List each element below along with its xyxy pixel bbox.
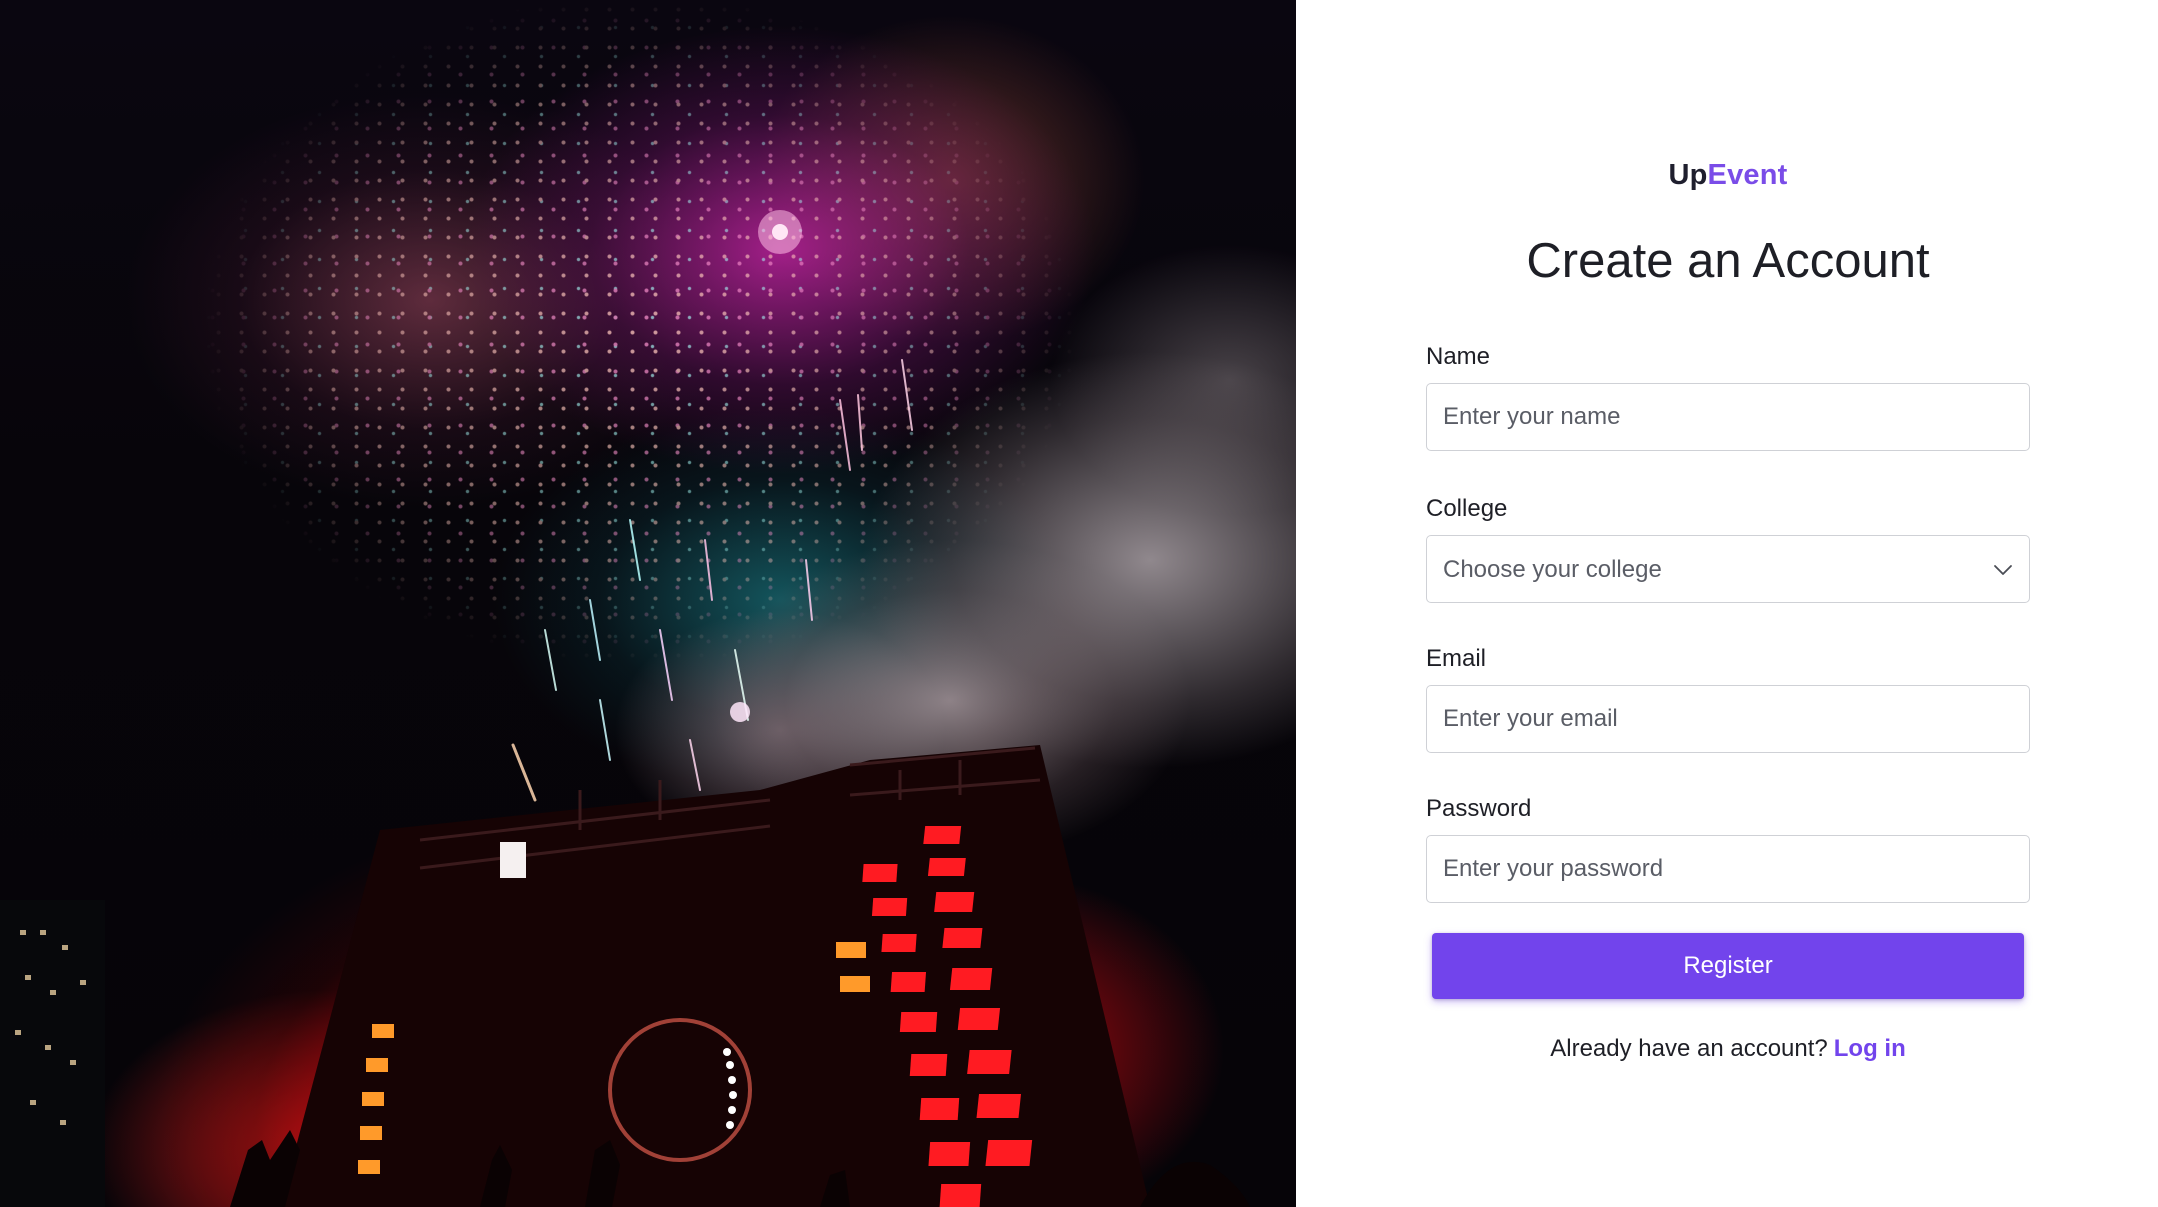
college-label: College: [1426, 495, 1508, 522]
login-prompt-text: Already have an account?: [1550, 1035, 1828, 1062]
name-field-box: [1426, 383, 2030, 451]
password-label: Password: [1426, 795, 1532, 822]
register-page: UpEvent Create an Account Name College C…: [0, 0, 2158, 1207]
brand-logo: UpEvent: [1426, 155, 2030, 195]
password-field-box: [1426, 835, 2030, 903]
concert-stage: [0, 210, 1250, 1207]
password-field-group: Password: [1426, 793, 2030, 903]
login-prompt: Already have an account? Log in: [1426, 1033, 2030, 1065]
college-select-value: Choose your college: [1443, 556, 1662, 583]
email-label: Email: [1426, 645, 1487, 672]
page-title: Create an Account: [1526, 234, 1930, 288]
hero-image: [0, 0, 1296, 1207]
name-field-group: Name: [1426, 341, 2030, 451]
college-field-group: College Choose your college: [1426, 493, 2030, 603]
brand-prefix: Up: [1668, 159, 1708, 191]
register-panel: UpEvent Create an Account Name College C…: [1296, 0, 2158, 1207]
register-form: UpEvent Create an Account Name College C…: [1426, 155, 2030, 1065]
email-field-box: [1426, 685, 2030, 753]
brand-accent: Event: [1707, 159, 1788, 191]
email-field-group: Email: [1426, 643, 2030, 753]
chevron-down-icon: [1994, 565, 2012, 575]
register-button[interactable]: Register: [1432, 933, 2024, 999]
name-input[interactable]: [1427, 384, 2029, 450]
college-select[interactable]: Choose your college: [1426, 535, 2030, 603]
name-label: Name: [1426, 343, 1491, 370]
email-input[interactable]: [1427, 686, 2029, 752]
password-input[interactable]: [1427, 836, 2029, 902]
login-link[interactable]: Log in: [1834, 1035, 1906, 1062]
